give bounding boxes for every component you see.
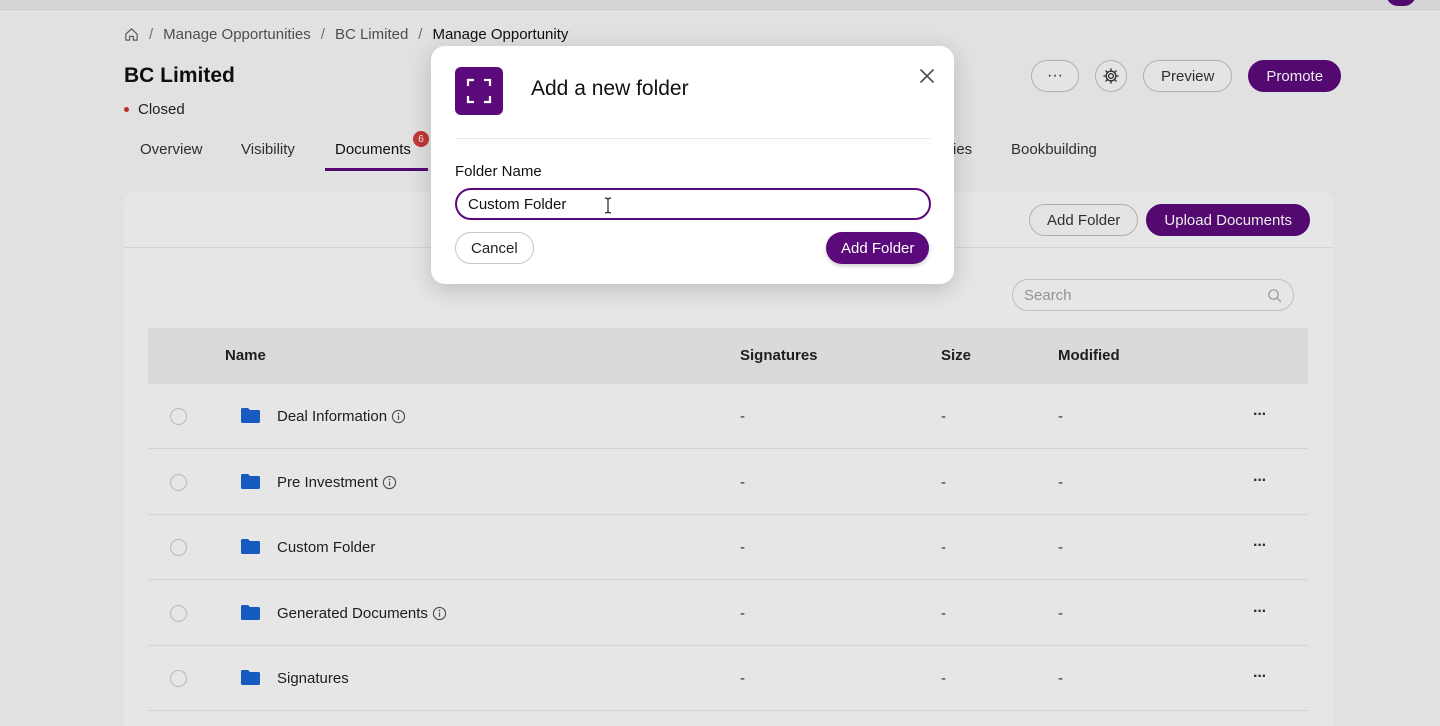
folder-name-input[interactable] [455, 188, 931, 220]
folder-frame-icon [455, 67, 503, 115]
add-folder-submit-button[interactable]: Add Folder [826, 232, 930, 264]
close-icon [920, 69, 934, 83]
add-folder-dialog: Add a new folder Folder Name Cancel Add … [431, 46, 954, 284]
close-button[interactable] [915, 64, 939, 88]
dialog-divider [455, 138, 930, 139]
text-cursor-icon [604, 197, 612, 214]
folder-name-label: Folder Name [455, 163, 542, 180]
dialog-title: Add a new folder [531, 77, 689, 100]
cancel-button[interactable]: Cancel [455, 232, 534, 264]
